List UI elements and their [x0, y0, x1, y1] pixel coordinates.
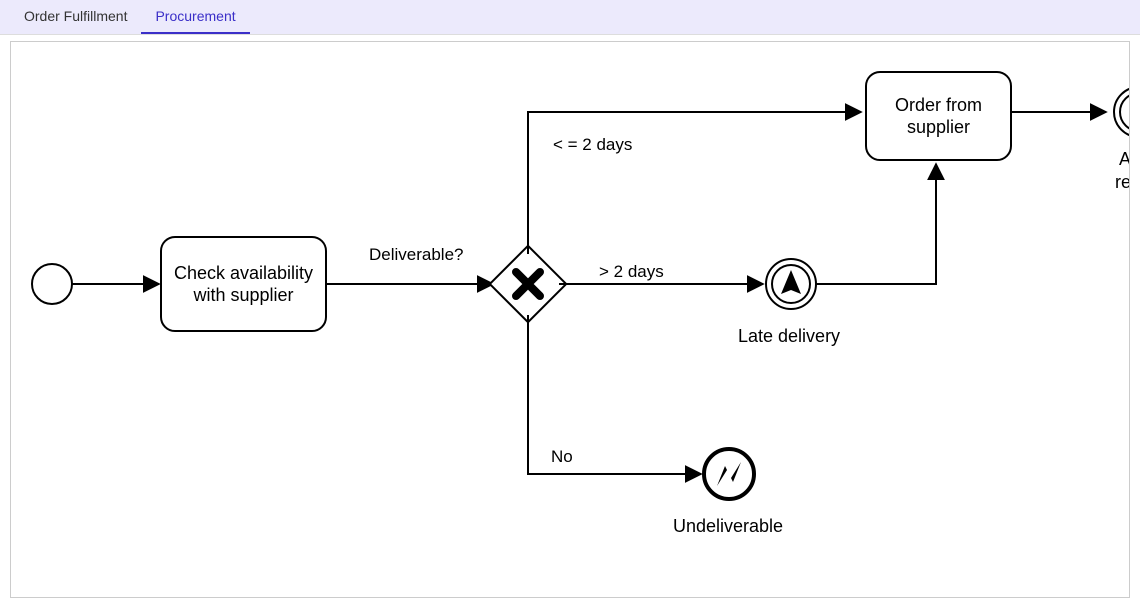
late-delivery-event[interactable]: [766, 259, 816, 309]
tab-bar: Order Fulfillment Procurement: [0, 0, 1140, 35]
start-event-icon[interactable]: [32, 264, 72, 304]
branch-no-label: No: [551, 447, 573, 466]
article-received-label-partial1: A: [1119, 149, 1130, 169]
flow-late-to-order[interactable]: [816, 164, 936, 284]
article-received-event-partial[interactable]: [1114, 87, 1130, 137]
branch-slow-label: > 2 days: [599, 262, 664, 281]
task-order-from-supplier-label: Order from supplier: [871, 76, 1006, 156]
late-delivery-label: Late delivery: [738, 326, 840, 346]
tab-order-fulfillment[interactable]: Order Fulfillment: [10, 0, 141, 34]
tab-procurement[interactable]: Procurement: [141, 0, 249, 34]
flow-fast-branch[interactable]: [528, 112, 861, 254]
diagram-canvas[interactable]: Check availability with supplier Deliver…: [10, 41, 1130, 598]
article-received-label-partial2: re: [1115, 172, 1130, 192]
exclusive-gateway[interactable]: [490, 246, 566, 322]
undeliverable-event[interactable]: [704, 449, 754, 499]
task-check-availability-label: Check availability with supplier: [166, 242, 321, 326]
branch-fast-label: < = 2 days: [553, 135, 632, 154]
undeliverable-label: Undeliverable: [673, 516, 783, 536]
gateway-incoming-label: Deliverable?: [369, 245, 464, 264]
